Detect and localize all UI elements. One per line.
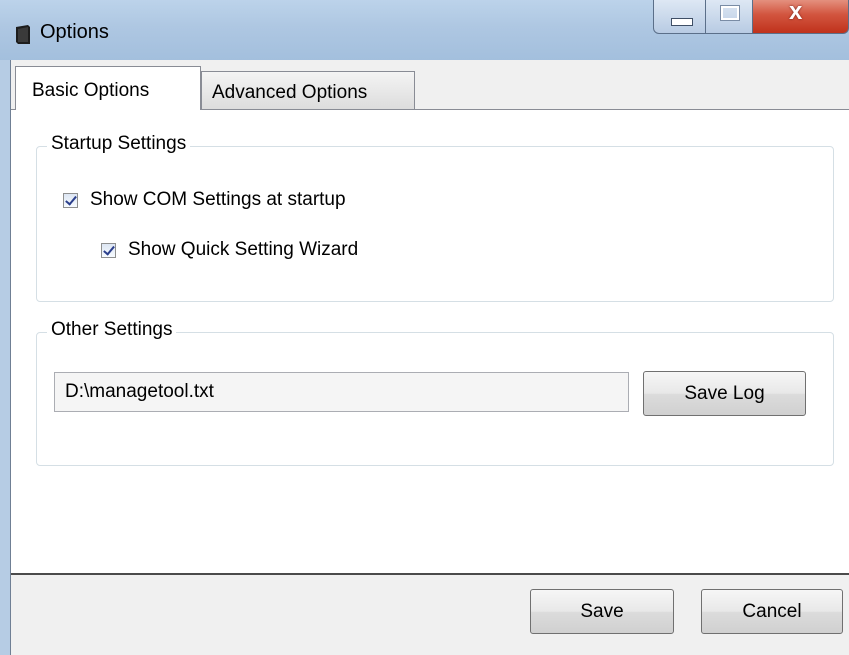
tab-label: Basic Options — [32, 80, 150, 101]
show-quick-wizard-checkbox[interactable] — [101, 242, 116, 258]
window-title: Options — [40, 21, 109, 43]
minimize-button[interactable] — [653, 0, 706, 34]
save-button[interactable]: Save — [530, 589, 674, 634]
save-log-button[interactable]: Save Log — [643, 371, 806, 416]
maximize-icon — [720, 5, 740, 21]
close-button[interactable]: x — [752, 0, 849, 34]
app-icon — [14, 24, 32, 45]
show-com-settings-option[interactable]: Show COM Settings at startup — [63, 189, 346, 211]
cancel-button[interactable]: Cancel — [701, 589, 843, 634]
window-frame — [0, 60, 10, 655]
minimize-icon — [671, 18, 693, 26]
maximize-button[interactable] — [705, 0, 753, 34]
checkbox-label: Show COM Settings at startup — [90, 189, 346, 210]
caption-buttons: x — [653, 0, 849, 34]
other-settings-group: Other Settings D:\managetool.txt Save Lo… — [36, 319, 834, 466]
show-quick-wizard-option[interactable]: Show Quick Setting Wizard — [101, 239, 358, 261]
checkbox-label: Show Quick Setting Wizard — [128, 239, 359, 260]
tab-advanced-options[interactable]: Advanced Options — [201, 71, 415, 110]
dialog-client-area: Basic Options Advanced Options Startup S… — [10, 60, 849, 655]
tab-basic-options[interactable]: Basic Options — [15, 66, 201, 110]
tab-label: Advanced Options — [212, 82, 368, 103]
log-path-field[interactable]: D:\managetool.txt — [54, 372, 629, 412]
group-title: Startup Settings — [47, 133, 191, 155]
basic-options-panel: Startup Settings Show COM Settings at st… — [11, 109, 849, 575]
options-window: Options x Basic Options Advanced Options… — [0, 0, 849, 655]
close-icon: x — [789, 0, 803, 25]
startup-settings-group: Startup Settings Show COM Settings at st… — [36, 133, 834, 302]
show-com-settings-checkbox[interactable] — [63, 192, 78, 208]
title-bar[interactable]: Options x — [0, 0, 849, 60]
group-title: Other Settings — [47, 319, 177, 341]
